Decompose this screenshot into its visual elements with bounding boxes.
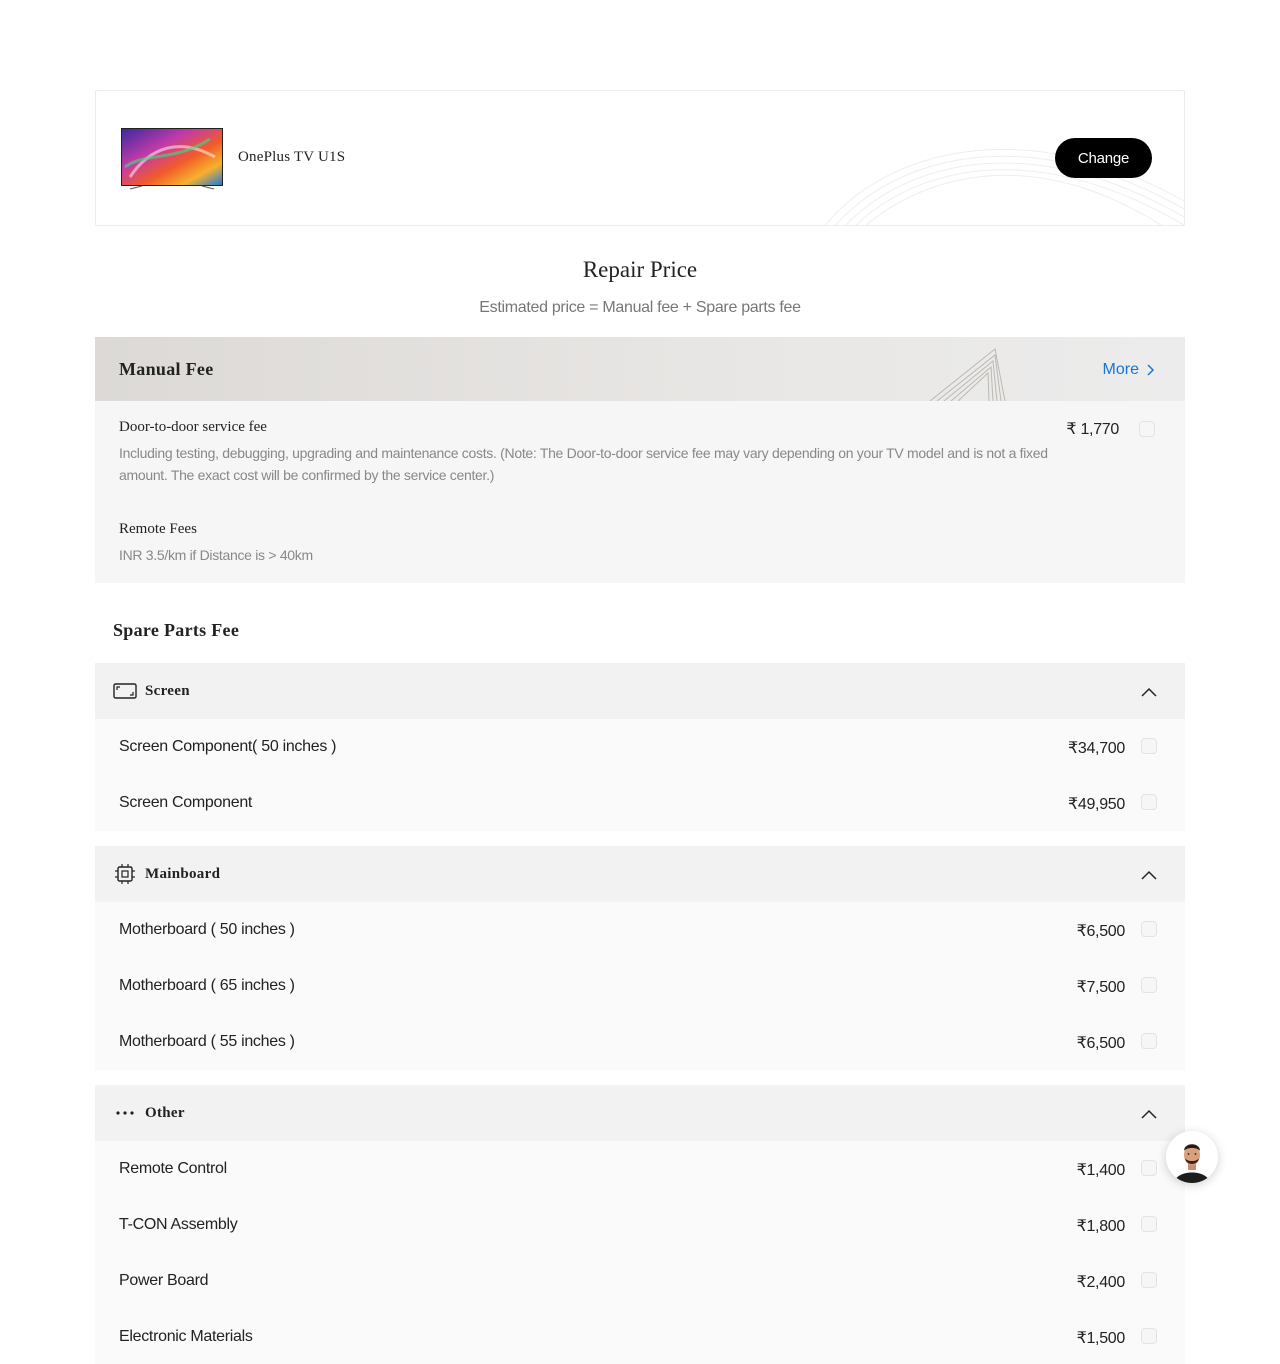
product-name: OnePlus TV U1S	[238, 149, 346, 165]
part-checkbox[interactable]	[1141, 1272, 1157, 1288]
category-other: Other Remote Control ₹1,400 T-CON Assemb…	[95, 1085, 1185, 1364]
page-subtitle: Estimated price = Manual fee + Spare par…	[479, 299, 801, 316]
part-name: Screen Component( 50 inches )	[119, 738, 337, 755]
part-item[interactable]: Screen Component ₹49,950	[95, 775, 1185, 831]
part-name: T-CON Assembly	[119, 1216, 238, 1233]
part-checkbox[interactable]	[1141, 977, 1157, 993]
category-screen: Screen Screen Component( 50 inches ) ₹34…	[95, 663, 1185, 831]
part-name: Motherboard ( 50 inches )	[119, 921, 295, 938]
tv-image	[121, 128, 223, 190]
fee-description: Including testing, debugging, upgrading …	[119, 445, 1048, 483]
page-title: Repair Price	[582, 257, 698, 282]
manual-fee-section: Manual Fee More Door-to-door service fee…	[95, 337, 1185, 583]
part-checkbox[interactable]	[1141, 1216, 1157, 1232]
category-name: Other	[145, 1105, 185, 1121]
fee-name: Remote Fees	[119, 521, 197, 537]
manual-fee-header: Manual Fee More	[95, 337, 1185, 401]
category-header[interactable]: Mainboard	[95, 846, 1185, 902]
manual-fee-title: Manual Fee	[119, 359, 214, 379]
chevron-up-icon[interactable]	[1141, 870, 1157, 880]
part-item[interactable]: Electronic Materials ₹1,500	[95, 1309, 1185, 1364]
part-item[interactable]: Screen Component( 50 inches ) ₹34,700	[95, 719, 1185, 775]
part-price: ₹49,950	[1067, 796, 1125, 813]
part-item[interactable]: Motherboard ( 55 inches ) ₹6,500	[95, 1014, 1185, 1070]
part-name: Power Board	[119, 1272, 209, 1289]
chip-icon	[115, 864, 135, 884]
fee-checkbox[interactable]	[1139, 421, 1155, 437]
category-name: Screen	[145, 683, 190, 699]
part-price: ₹2,400	[1076, 1274, 1126, 1291]
part-price: ₹1,400	[1076, 1162, 1126, 1179]
part-item[interactable]: Power Board ₹2,400	[95, 1253, 1185, 1309]
part-price: ₹6,500	[1076, 1035, 1126, 1052]
change-button[interactable]: Change	[1055, 138, 1152, 178]
part-price: ₹34,700	[1067, 740, 1125, 757]
category-header[interactable]: Other	[95, 1085, 1185, 1141]
part-checkbox[interactable]	[1141, 1328, 1157, 1344]
part-price: ₹1,800	[1076, 1218, 1126, 1235]
chevron-up-icon[interactable]	[1141, 1109, 1157, 1119]
fee-price: ₹ 1,770	[1066, 421, 1119, 438]
more-link-label: More	[1102, 361, 1139, 378]
part-price: ₹1,500	[1076, 1330, 1126, 1347]
part-item[interactable]: Remote Control ₹1,400	[95, 1141, 1185, 1197]
part-checkbox[interactable]	[1141, 794, 1157, 810]
part-name: Screen Component	[119, 794, 253, 811]
category-header[interactable]: Screen	[95, 663, 1185, 719]
fee-description: INR 3.5/km if Distance is > 40km	[119, 547, 313, 563]
part-price: ₹6,500	[1076, 923, 1126, 940]
spare-parts-title: Spare Parts Fee	[113, 620, 240, 640]
part-name: Motherboard ( 55 inches )	[119, 1033, 295, 1050]
support-avatar[interactable]	[1166, 1131, 1218, 1183]
category-mainboard: Mainboard Motherboard ( 50 inches ) ₹6,5…	[95, 846, 1185, 1070]
fee-name: Door-to-door service fee	[119, 419, 267, 435]
part-name: Electronic Materials	[119, 1328, 253, 1345]
part-item[interactable]: T-CON Assembly ₹1,800	[95, 1197, 1185, 1253]
part-checkbox[interactable]	[1141, 1033, 1157, 1049]
part-checkbox[interactable]	[1141, 921, 1157, 937]
chevron-up-icon[interactable]	[1141, 687, 1157, 697]
chevron-right-icon	[1147, 364, 1155, 376]
screen-icon	[113, 683, 137, 699]
part-item[interactable]: Motherboard ( 50 inches ) ₹6,500	[95, 902, 1185, 958]
fee-row-remote-fees: Remote Fees INR 3.5/km if Distance is > …	[119, 521, 1159, 566]
part-item[interactable]: Motherboard ( 65 inches ) ₹7,500	[95, 958, 1185, 1014]
more-dots-icon	[116, 1111, 134, 1115]
part-price: ₹7,500	[1076, 979, 1126, 996]
part-name: Motherboard ( 65 inches )	[119, 977, 295, 994]
part-name: Remote Control	[119, 1160, 227, 1177]
decorative-lines	[929, 348, 1006, 401]
product-card: OnePlus TV U1S Change	[95, 90, 1185, 226]
part-checkbox[interactable]	[1141, 738, 1157, 754]
fee-row-door-to-door: Door-to-door service fee Including testi…	[119, 419, 1159, 486]
avatar-icon	[1174, 1144, 1210, 1183]
more-link[interactable]: More	[1103, 361, 1155, 379]
category-name: Mainboard	[145, 866, 221, 882]
part-checkbox[interactable]	[1141, 1160, 1157, 1176]
